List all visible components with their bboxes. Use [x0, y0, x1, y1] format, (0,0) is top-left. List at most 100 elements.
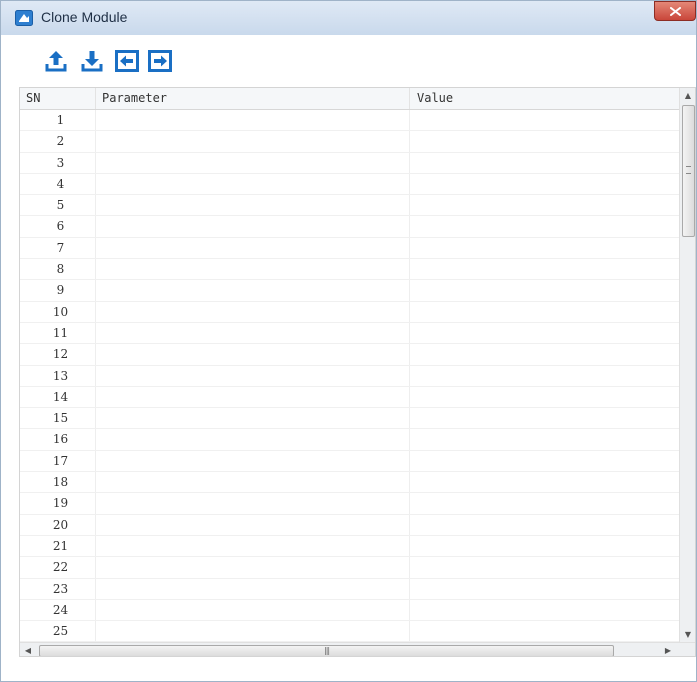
sn-cell: 2 — [20, 131, 96, 152]
horizontal-scrollbar[interactable]: ◀ ||| ▶ — [20, 642, 695, 656]
parameter-cell[interactable] — [96, 195, 410, 216]
value-cell[interactable] — [410, 216, 679, 236]
title-bar[interactable]: Clone Module — [1, 1, 696, 35]
table-row[interactable]: 17 — [20, 450, 679, 473]
upload-button[interactable] — [45, 49, 67, 73]
parameter-cell[interactable] — [96, 322, 410, 344]
value-cell[interactable] — [410, 493, 679, 513]
value-cell[interactable] — [410, 600, 679, 620]
table-row[interactable]: 2 — [20, 131, 679, 153]
parameter-cell[interactable] — [96, 216, 410, 237]
scroll-down-arrow-icon[interactable]: ▼ — [680, 627, 695, 643]
download-icon — [81, 51, 103, 72]
scroll-left-arrow-icon[interactable]: ◀ — [20, 643, 36, 656]
value-cell[interactable] — [410, 344, 679, 364]
value-cell[interactable] — [410, 195, 679, 215]
column-header-parameter[interactable]: Parameter — [96, 88, 410, 109]
parameter-cell[interactable] — [96, 344, 410, 365]
table-row[interactable]: 13 — [20, 365, 679, 387]
parameter-cell[interactable] — [96, 599, 410, 621]
scroll-right-arrow-icon[interactable]: ▶ — [660, 643, 676, 656]
value-cell[interactable] — [410, 174, 679, 194]
table-row[interactable]: 24 — [20, 599, 679, 622]
parameter-cell[interactable] — [96, 110, 410, 131]
parameter-cell[interactable] — [96, 408, 410, 429]
download-button[interactable] — [81, 49, 103, 73]
parameter-cell[interactable] — [96, 578, 410, 599]
table-row[interactable]: 16 — [20, 429, 679, 451]
table-row[interactable]: 12 — [20, 344, 679, 366]
import-button[interactable] — [115, 49, 139, 73]
table-row[interactable]: 8 — [20, 259, 679, 281]
sn-cell: 19 — [20, 493, 96, 514]
table-row[interactable]: 23 — [20, 578, 679, 600]
value-cell[interactable] — [410, 302, 679, 322]
parameter-cell[interactable] — [96, 259, 410, 280]
parameter-cell[interactable] — [96, 237, 410, 259]
parameter-cell[interactable] — [96, 280, 410, 301]
parameter-cell[interactable] — [96, 386, 410, 408]
table-row[interactable]: 19 — [20, 493, 679, 515]
table-row[interactable]: 4 — [20, 173, 679, 196]
close-button[interactable] — [654, 1, 696, 21]
parameter-cell[interactable] — [96, 493, 410, 514]
table-row[interactable]: 21 — [20, 535, 679, 558]
parameter-cell[interactable] — [96, 152, 410, 173]
value-cell[interactable] — [410, 280, 679, 300]
value-cell[interactable] — [410, 259, 679, 279]
value-cell[interactable] — [410, 579, 679, 599]
table-row[interactable]: 9 — [20, 280, 679, 302]
value-cell[interactable] — [410, 621, 679, 641]
parameter-cell[interactable] — [96, 301, 410, 322]
table-row[interactable]: 6 — [20, 216, 679, 238]
value-cell[interactable] — [410, 387, 679, 407]
value-cell[interactable] — [410, 451, 679, 471]
parameter-cell[interactable] — [96, 621, 410, 642]
vertical-scroll-thumb[interactable] — [682, 105, 695, 237]
table-row[interactable]: 14 — [20, 386, 679, 409]
table-row[interactable]: 1 — [20, 110, 679, 132]
column-header-value[interactable]: Value — [410, 88, 679, 109]
table-row[interactable]: 11 — [20, 322, 679, 345]
value-cell[interactable] — [410, 110, 679, 130]
table-row[interactable]: 5 — [20, 195, 679, 217]
parameter-cell[interactable] — [96, 173, 410, 195]
value-cell[interactable] — [410, 366, 679, 386]
table-row[interactable]: 3 — [20, 152, 679, 174]
value-cell[interactable] — [410, 153, 679, 173]
table-row[interactable]: 7 — [20, 237, 679, 260]
parameter-cell[interactable] — [96, 472, 410, 493]
value-cell[interactable] — [410, 472, 679, 492]
parameter-cell[interactable] — [96, 131, 410, 152]
parameter-cell[interactable] — [96, 514, 410, 535]
value-cell[interactable] — [410, 536, 679, 556]
sn-cell: 4 — [20, 173, 96, 195]
parameter-cell[interactable] — [96, 557, 410, 578]
sn-cell: 6 — [20, 216, 96, 237]
parameter-cell[interactable] — [96, 429, 410, 450]
table-row[interactable]: 10 — [20, 301, 679, 323]
table-row[interactable]: 20 — [20, 514, 679, 536]
value-cell[interactable] — [410, 131, 679, 151]
value-cell[interactable] — [410, 557, 679, 577]
value-cell[interactable] — [410, 515, 679, 535]
sn-cell: 20 — [20, 514, 96, 535]
sn-cell: 15 — [20, 408, 96, 429]
scroll-up-arrow-icon[interactable]: ▲ — [680, 88, 695, 104]
value-cell[interactable] — [410, 323, 679, 343]
sn-cell: 23 — [20, 578, 96, 599]
value-cell[interactable] — [410, 429, 679, 449]
horizontal-scroll-thumb[interactable]: ||| — [39, 645, 614, 656]
table-row[interactable]: 22 — [20, 557, 679, 579]
column-header-sn[interactable]: SN — [20, 88, 96, 109]
table-row[interactable]: 25 — [20, 621, 679, 643]
table-row[interactable]: 15 — [20, 408, 679, 430]
table-row[interactable]: 18 — [20, 472, 679, 494]
parameter-cell[interactable] — [96, 535, 410, 557]
value-cell[interactable] — [410, 238, 679, 258]
export-button[interactable] — [148, 49, 172, 73]
parameter-cell[interactable] — [96, 365, 410, 386]
value-cell[interactable] — [410, 408, 679, 428]
parameter-cell[interactable] — [96, 450, 410, 472]
vertical-scrollbar[interactable]: ▲ ▼ — [679, 88, 695, 643]
